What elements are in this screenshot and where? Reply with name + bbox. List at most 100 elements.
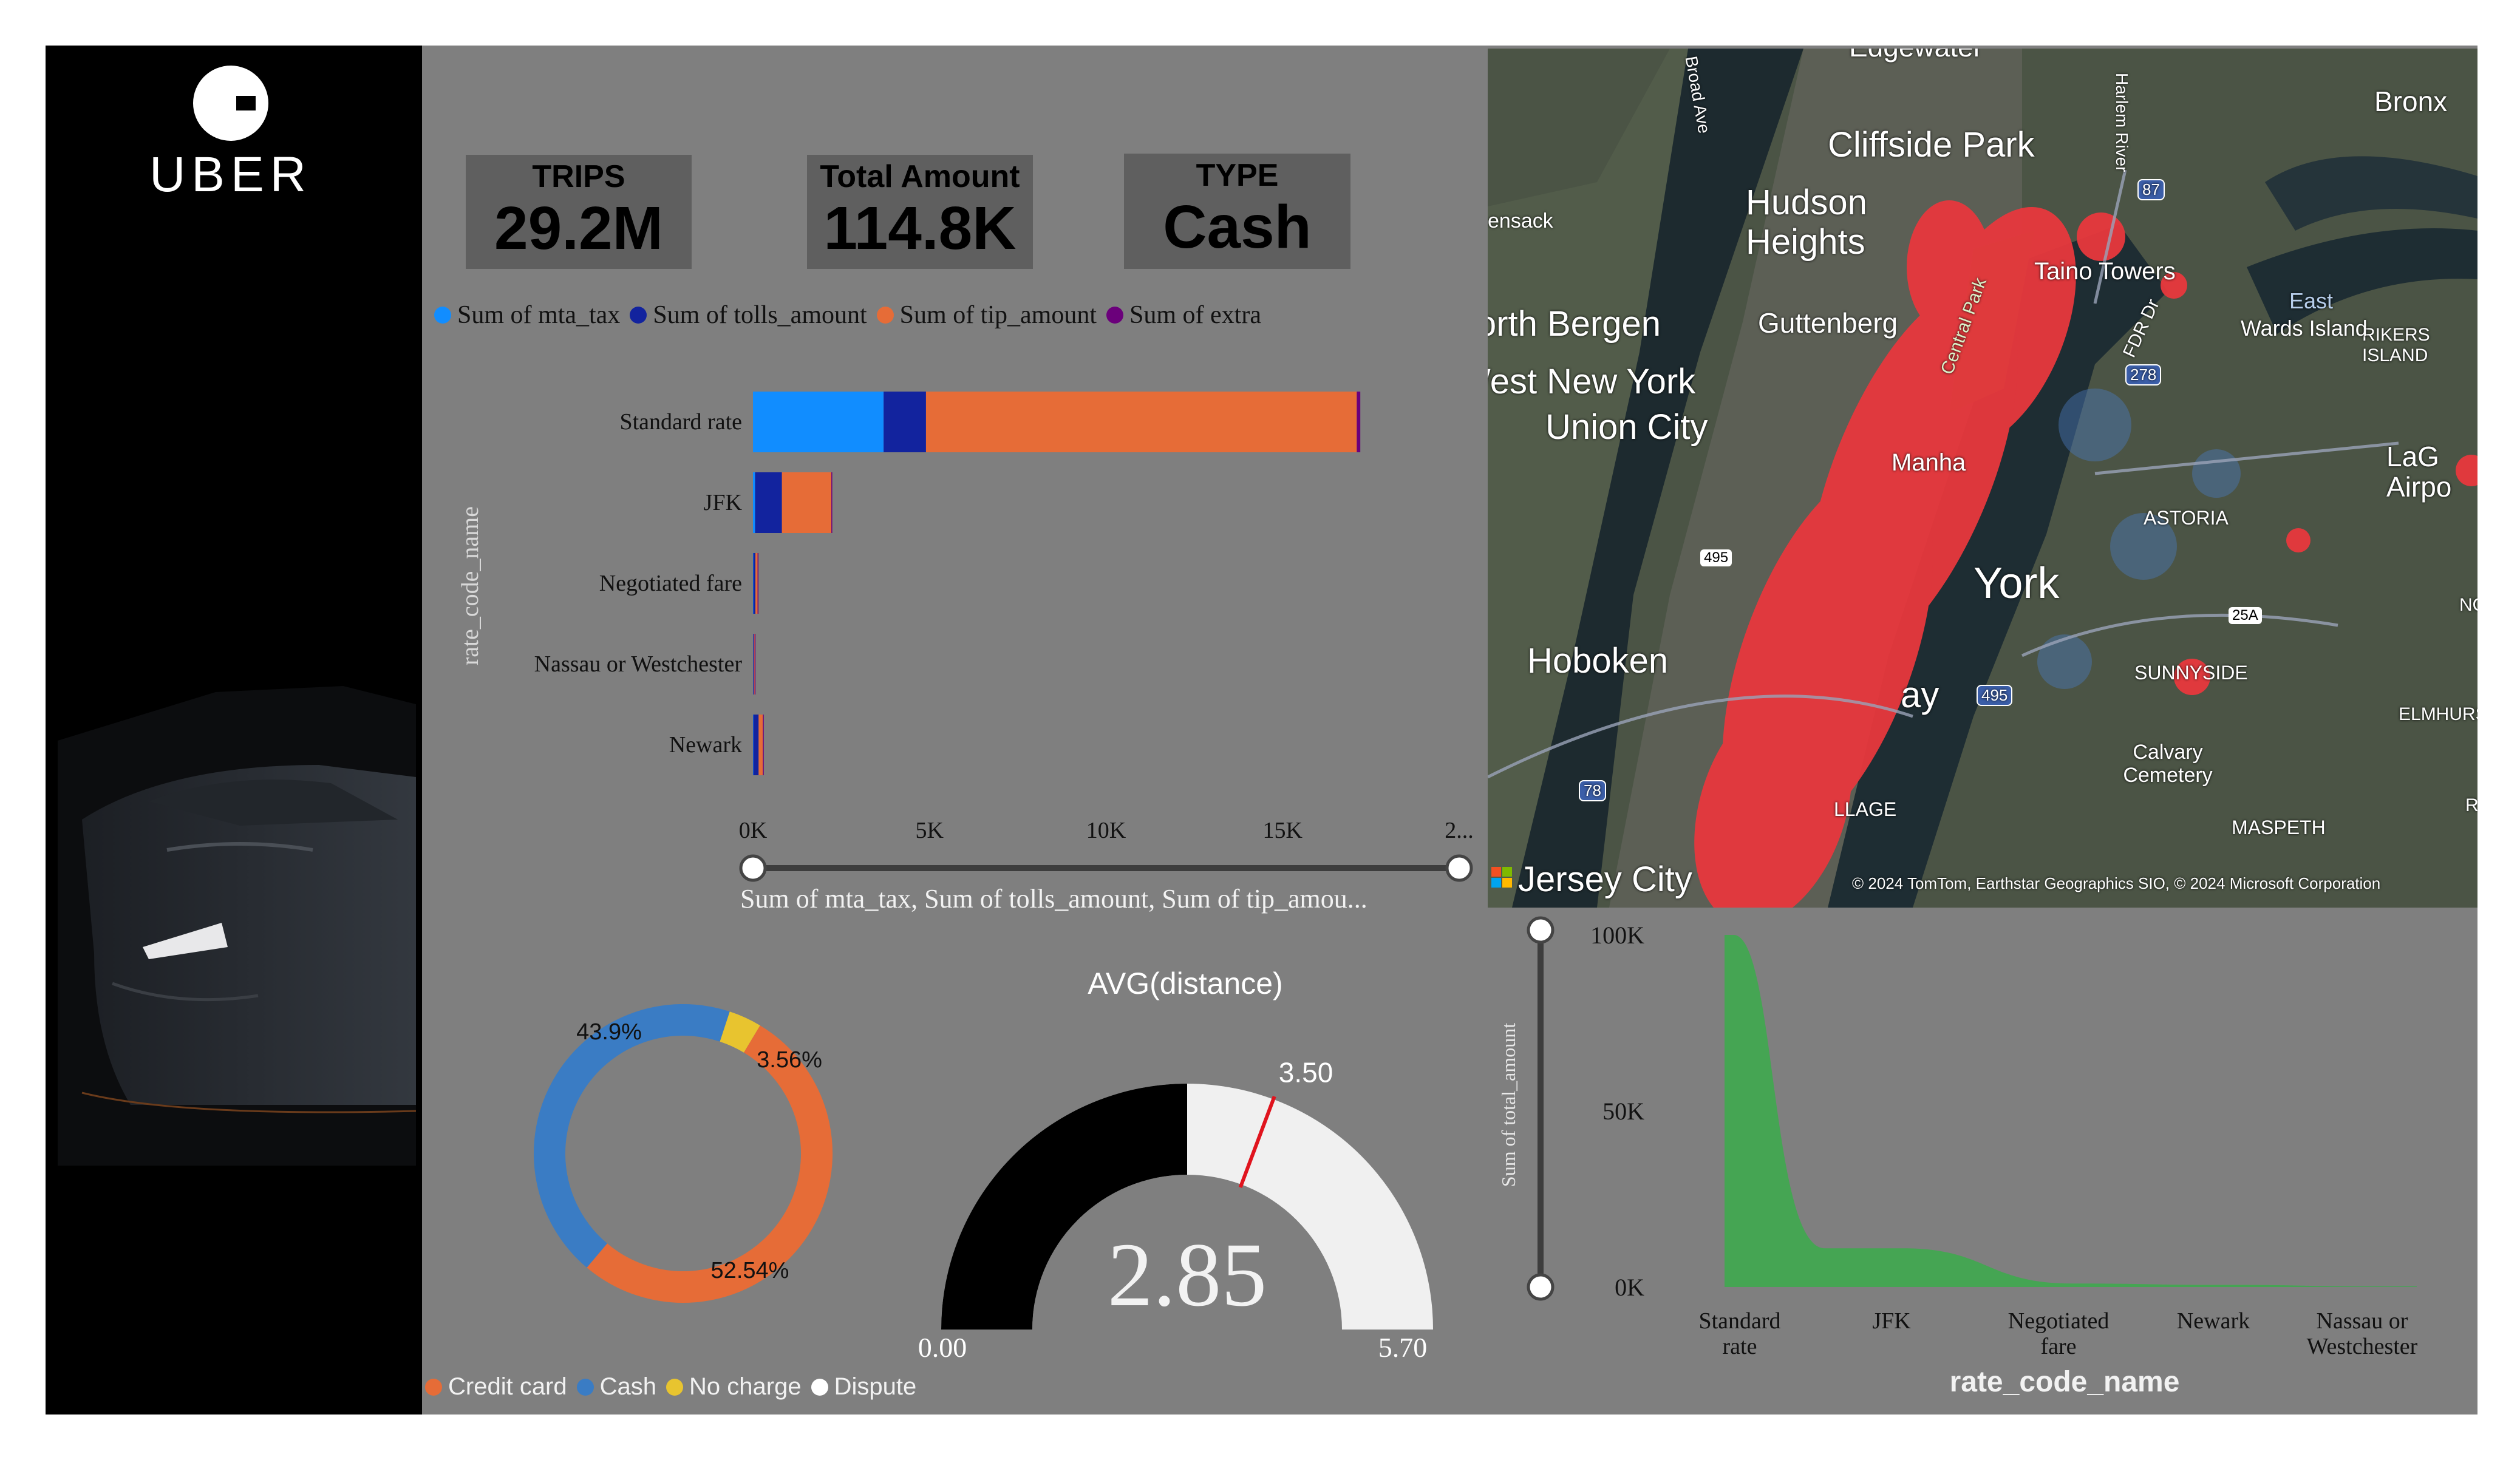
map-label: LLAGE xyxy=(1834,798,1897,820)
uber-logo-text: UBER xyxy=(149,147,312,202)
bar-segment[interactable] xyxy=(782,472,832,533)
bar-x-tick-label: 5K xyxy=(916,818,944,843)
bar-segment[interactable] xyxy=(763,715,764,775)
y-range-slider-handle-max[interactable] xyxy=(1527,916,1555,944)
legend-label: No charge xyxy=(689,1373,802,1400)
map-label: LaG xyxy=(2386,441,2439,472)
area-x-tick-label: rate xyxy=(1723,1334,1757,1359)
legend-label: Sum of tip_amount xyxy=(899,301,1097,329)
legend-item[interactable]: No charge xyxy=(666,1373,802,1401)
bar-segment[interactable] xyxy=(884,392,926,452)
stacked-bar-chart: rate_code_name Standard rate JFK Negotiate… xyxy=(456,392,1474,914)
gauge-title: AVG(distance) xyxy=(1088,966,1282,1000)
legend-item[interactable]: Cash xyxy=(576,1373,656,1401)
donut-slice[interactable] xyxy=(587,1025,833,1303)
legend-dot-icon xyxy=(630,307,647,324)
area-x-tick-label: Newark xyxy=(2177,1308,2250,1334)
total-amount-area-chart: Sum of total_amount 100K50K0K Standardra… xyxy=(1497,916,2418,1398)
map-label: Hoboken xyxy=(1527,641,1669,681)
kpi-card-total-amount: Total Amount 114.8K xyxy=(807,155,1033,269)
bar-segment[interactable] xyxy=(757,553,759,614)
area-x-axis-title: rate_code_name xyxy=(1950,1366,2180,1398)
kpi-label: TRIPS xyxy=(532,159,625,194)
legend-dot-icon xyxy=(811,1378,828,1396)
legend-item[interactable]: Sum of tolls_amount xyxy=(630,301,867,330)
map-label: Cliffside Park xyxy=(1828,125,2035,165)
legend-dot-icon xyxy=(876,307,894,324)
map-label: Harlem River xyxy=(2113,73,2131,172)
map-label: York xyxy=(1973,559,2060,608)
donut-data-label: 3.56% xyxy=(757,1047,822,1073)
gauge-min-label: 0.00 xyxy=(918,1332,967,1363)
map-road-shield: 25A xyxy=(2229,607,2262,624)
bar-segment[interactable] xyxy=(755,472,782,533)
donut-slice[interactable] xyxy=(534,1004,730,1268)
map-label: West New York xyxy=(1488,362,1696,401)
car-image xyxy=(58,686,416,1166)
area-series[interactable] xyxy=(1725,935,2417,1287)
legend-item[interactable]: Sum of extra xyxy=(1106,301,1261,330)
area-x-tick-label: Westchester xyxy=(2307,1334,2418,1359)
y-range-slider-handle-min[interactable] xyxy=(1527,1273,1555,1301)
area-y-tick-label: 100K xyxy=(1590,922,1644,949)
area-y-axis-title: Sum of total_amount xyxy=(1497,1023,1519,1187)
kpi-label: TYPE xyxy=(1196,158,1279,193)
bar-segment[interactable] xyxy=(753,392,884,452)
bar-segment[interactable] xyxy=(758,715,763,775)
donut-legend: Credit card Cash No charge Dispute xyxy=(425,1373,926,1401)
legend-item[interactable]: Credit card xyxy=(425,1373,567,1401)
gauge-max-label: 5.70 xyxy=(1378,1332,1428,1363)
legend-dot-icon xyxy=(434,307,451,324)
legend-label: Dispute xyxy=(834,1373,917,1400)
map-label: Calvary Cemetery xyxy=(2123,741,2213,787)
kpi-value: 114.8K xyxy=(823,194,1017,262)
range-slider-handle-max[interactable] xyxy=(1445,854,1473,882)
bar-x-tick-label: 10K xyxy=(1086,818,1126,843)
map-label: ELMHURS xyxy=(2399,704,2477,724)
map-label: SUNNYSIDE xyxy=(2134,662,2248,684)
map-label: ay xyxy=(1901,674,1939,715)
map-label: Guttenberg xyxy=(1758,307,1898,339)
map-road-shield: 278 xyxy=(2125,364,2162,385)
bar-segment[interactable] xyxy=(754,634,756,695)
area-x-tick-label: Nassau or xyxy=(2317,1308,2408,1334)
map-label: Taino Towers xyxy=(2034,258,2176,285)
legend-item[interactable]: Dispute xyxy=(811,1373,917,1401)
map-label: MASPETH xyxy=(2232,817,2326,838)
legend-item[interactable]: Sum of tip_amount xyxy=(876,301,1097,330)
kpi-value: Cash xyxy=(1163,193,1312,261)
map-road-shield: 495 xyxy=(1700,549,1732,566)
area-x-tick-label: fare xyxy=(2040,1334,2076,1359)
bar-category-label: Nassau or Westchester xyxy=(534,651,743,677)
bar-segment[interactable] xyxy=(755,553,758,614)
map-label: Jersey City xyxy=(1518,860,1692,899)
map-road-shield: 495 xyxy=(1977,685,2013,706)
bar-segment[interactable] xyxy=(925,392,1357,452)
kpi-value: 29.2M xyxy=(494,194,663,262)
bar-category-label: Standard rate xyxy=(619,409,742,435)
map-label: Airpo xyxy=(2386,471,2452,503)
map-road-shield: 87 xyxy=(2137,179,2165,200)
bar-segment[interactable] xyxy=(1357,392,1361,452)
legend-dot-icon xyxy=(1106,307,1124,324)
gauge-value: 2.85 xyxy=(1108,1224,1267,1325)
map-label: Hudson xyxy=(1746,183,1867,222)
bar-category-label: Negotiated fare xyxy=(599,571,742,596)
donut-slice[interactable] xyxy=(719,1011,760,1053)
map-label: Edgewater xyxy=(1849,49,1983,63)
kpi-label: Total Amount xyxy=(820,159,1020,194)
bar-segment[interactable] xyxy=(831,472,833,533)
bar-x-axis-title: Sum of mta_tax, Sum of tolls_amount, Sum… xyxy=(740,884,1367,914)
bar-segment[interactable] xyxy=(753,715,759,775)
uber-logo: UBER xyxy=(149,66,312,202)
bar-segment[interactable] xyxy=(753,472,755,533)
bar-x-tick-label: 15K xyxy=(1263,818,1303,843)
map-label: ASTORIA xyxy=(2144,507,2229,529)
legend-item[interactable]: Sum of mta_tax xyxy=(434,301,620,330)
map-visual[interactable]: Edgewater Bronx Cliffside Park Hudson He… xyxy=(1488,49,2477,908)
bar-segment[interactable] xyxy=(753,553,756,614)
legend-label: Sum of tolls_amount xyxy=(653,301,867,329)
donut-data-label: 43.9% xyxy=(576,1019,642,1045)
range-slider-handle-min[interactable] xyxy=(739,854,767,882)
map-label: NO xyxy=(2459,595,2477,615)
